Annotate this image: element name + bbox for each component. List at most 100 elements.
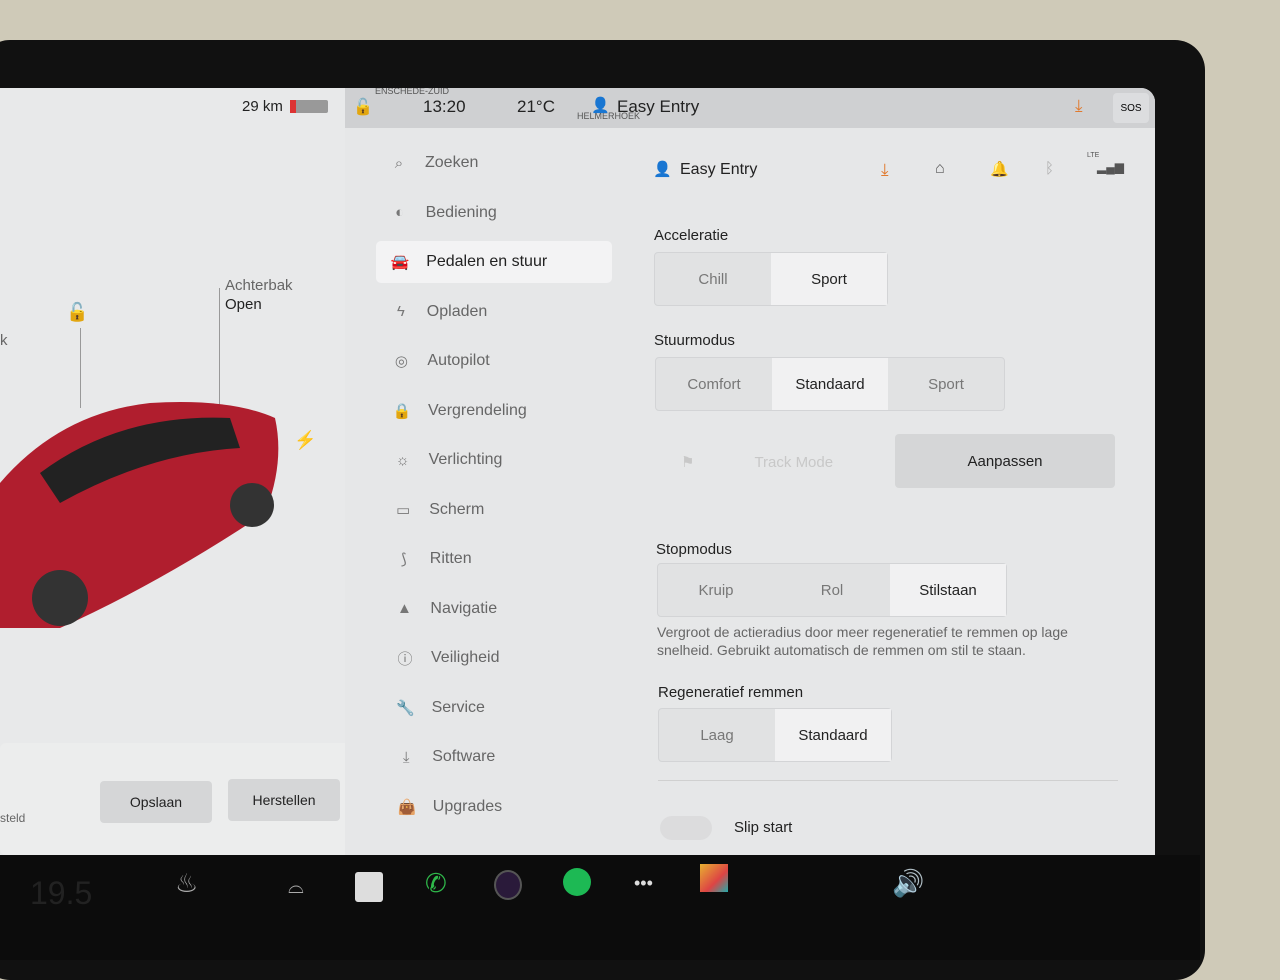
option-standaard[interactable]: Standaard <box>772 358 888 410</box>
frunk-label: k <box>0 332 8 349</box>
more-apps-icon[interactable]: ••• <box>634 873 653 894</box>
volume-icon[interactable]: 🔊 <box>892 868 924 899</box>
nav-item-verlichting[interactable]: ☼ Verlichting <box>379 439 615 481</box>
cabin-temperature[interactable]: 19.5 <box>30 875 92 912</box>
lock-icon: 🔒 <box>392 402 412 420</box>
slip-start-label: Slip start <box>734 819 793 836</box>
option-stilstaan[interactable]: Stilstaan <box>890 564 1006 616</box>
toggle-icon: ◐ <box>395 204 405 221</box>
header-profile-name[interactable]: Easy Entry <box>680 161 757 179</box>
nav-item-scherm[interactable]: ▭ Scherm <box>379 489 615 531</box>
steering-wheel-icon: ◎ <box>394 353 408 370</box>
acceleration-selector: Chill Sport <box>654 252 888 306</box>
charge-port-icon[interactable]: ⚡ <box>294 430 316 451</box>
nav-item-zoeken[interactable]: ⌕ Zoeken <box>375 142 611 184</box>
option-standaard[interactable]: Standaard <box>775 709 891 761</box>
nav-item-service[interactable]: 🔧 Service <box>382 687 618 729</box>
option-sport[interactable]: Sport <box>888 358 1004 410</box>
phone-icon[interactable]: ✆ <box>425 868 447 899</box>
screen: 29 km Achterbak Open k 🔓 ⚡ steld Opslaan… <box>0 88 1155 855</box>
steering-selector: Comfort Standaard Sport <box>655 357 1005 411</box>
nav-item-label: Bediening <box>425 203 497 221</box>
nav-item-label: Opladen <box>426 302 488 320</box>
trunk-label: Achterbak <box>225 277 293 294</box>
customize-button[interactable]: Aanpassen <box>895 434 1115 488</box>
nav-item-label: Service <box>431 698 485 716</box>
download-icon[interactable]: ⤓ <box>881 160 889 180</box>
nav-item-label: Upgrades <box>432 797 503 815</box>
nav-item-pedalen-en-stuur[interactable]: 🚘 Pedalen en stuur <box>376 241 613 283</box>
car-panel: 29 km Achterbak Open k 🔓 ⚡ steld Opslaan… <box>0 88 352 855</box>
seat-heater-icon[interactable]: ♨ <box>175 868 198 899</box>
regen-label: Regeneratief remmen <box>658 684 804 701</box>
bottom-card: steld Opslaan Herstellen <box>0 743 352 855</box>
clock: 13:20 <box>423 97 466 116</box>
save-button[interactable]: Opslaan <box>100 781 212 823</box>
nav-item-label: Autopilot <box>427 352 490 369</box>
option-rol[interactable]: Rol <box>774 564 890 616</box>
nav-item-software[interactable]: ⤓ Software <box>382 736 618 778</box>
nav-item-vergrendeling[interactable]: 🔒 Vergrendeling <box>378 390 614 432</box>
download-icon[interactable]: ⤓ <box>1075 96 1083 116</box>
garage-icon[interactable]: ⌂ <box>935 160 945 178</box>
regen-selector: Laag Standaard <box>658 708 892 762</box>
arcade-icon[interactable] <box>700 864 728 892</box>
lock-status-icon[interactable]: 🔓 <box>353 97 373 117</box>
profile-icon: 👤 <box>653 161 672 178</box>
temperature: 21°C <box>517 97 555 116</box>
spotify-icon[interactable] <box>563 868 591 896</box>
option-kruip[interactable]: Kruip <box>658 564 774 616</box>
status-profile-name[interactable]: Easy Entry <box>617 97 699 117</box>
lte-label: LTE <box>1087 152 1100 159</box>
nav-item-label: Software <box>432 748 496 765</box>
toybox-icon[interactable] <box>355 872 383 902</box>
signal-icon: ▂▄▆ <box>1097 160 1124 174</box>
car-image <box>0 402 279 628</box>
download-icon: ⤓ <box>402 748 410 766</box>
wrench-icon: 🔧 <box>396 699 415 717</box>
acceleration-label: Acceleratie <box>654 227 729 244</box>
nav-item-ritten[interactable]: ⟆ Ritten <box>380 538 616 580</box>
option-laag[interactable]: Laag <box>659 709 775 761</box>
flag-icon: ⚑ <box>681 454 695 471</box>
nav-item-navigatie[interactable]: ▲ Navigatie <box>380 588 616 630</box>
option-comfort[interactable]: Comfort <box>656 358 772 410</box>
trunk-open-button[interactable]: Open <box>225 296 262 313</box>
bell-icon[interactable]: 🔔 <box>990 160 1009 178</box>
nav-item-label: Verlichting <box>428 451 503 468</box>
car-icon: 🚘 <box>390 254 410 271</box>
bluetooth-icon[interactable]: ᛒ <box>1045 160 1054 177</box>
track-mode-label: Track Mode <box>754 453 834 471</box>
nav-item-label: Pedalen en stuur <box>426 253 548 270</box>
unlock-icon[interactable]: 🔓 <box>66 302 88 323</box>
display-icon: ▭ <box>396 501 411 519</box>
option-sport[interactable]: Sport <box>771 253 887 305</box>
slip-start-toggle[interactable] <box>660 816 712 840</box>
battery-icon <box>290 100 328 113</box>
navigation-icon: ▲ <box>396 600 412 617</box>
nav-item-upgrades[interactable]: 👜 Upgrades <box>383 786 619 828</box>
profile-icon[interactable]: 👤 <box>591 96 610 114</box>
nav-item-label: Vergrendeling <box>428 401 527 419</box>
nav-item-opladen[interactable]: ϟ Opladen <box>377 291 613 333</box>
option-chill[interactable]: Chill <box>655 253 771 305</box>
sos-button[interactable]: SOS <box>1113 93 1149 123</box>
divider <box>658 780 1118 781</box>
camera-icon[interactable] <box>494 870 522 900</box>
status-bar: ENSCHEDE-ZUID HELMERHOEK 🔓 13:20 21°C 👤 … <box>345 88 1155 128</box>
nav-item-label: Ritten <box>429 550 472 567</box>
stop-mode-description: Vergroot de actieradius door meer regene… <box>657 624 1068 658</box>
settings-panel: ⌕ Zoeken ◐ Bediening 🚘 Pedalen en stuur ϟ Oplad… <box>345 128 1155 855</box>
bolt-icon: ϟ <box>396 303 405 320</box>
nav-item-veiligheid[interactable]: ⓘ Veiligheid <box>381 637 617 679</box>
status-text: steld <box>0 811 26 825</box>
track-mode-button[interactable]: ⚑ Track Mode <box>655 435 881 489</box>
nav-item-label: Scherm <box>429 500 485 518</box>
nav-item-autopilot[interactable]: ◎ Autopilot <box>377 340 613 382</box>
nav-item-bediening[interactable]: ◐ Bediening <box>376 192 612 234</box>
light-icon: ☼ <box>395 451 410 469</box>
wiper-icon[interactable]: ⌓ <box>288 876 304 899</box>
reset-button[interactable]: Herstellen <box>228 779 340 821</box>
stop-mode-label: Stopmodus <box>656 541 732 558</box>
range-text: 29 km <box>242 98 283 115</box>
